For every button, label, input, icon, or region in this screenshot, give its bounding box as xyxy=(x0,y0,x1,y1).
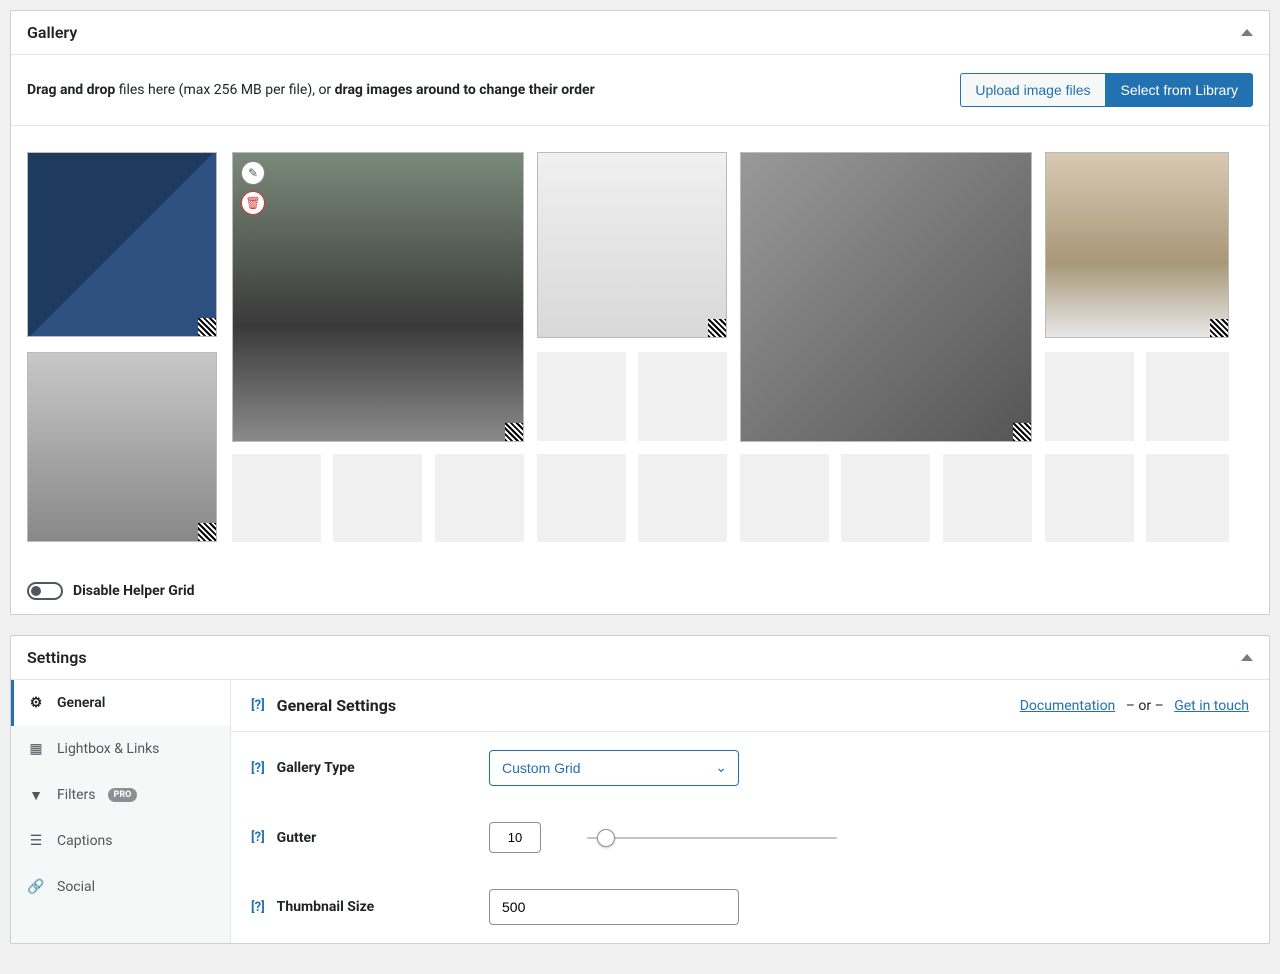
help-icon[interactable]: [?] xyxy=(251,698,265,713)
doc-links: Documentation – or – Get in touch xyxy=(1020,698,1249,714)
nav-filters[interactable]: ▼ Filters PRO xyxy=(11,772,230,818)
resize-handle-icon[interactable] xyxy=(708,319,726,337)
resize-handle-icon[interactable] xyxy=(198,523,216,541)
gallery-image-3[interactable]: ✎ 🗑 xyxy=(232,152,524,442)
grid-cell[interactable] xyxy=(537,352,626,441)
gallery-image-4[interactable] xyxy=(537,152,727,338)
grid-cell[interactable] xyxy=(1146,352,1229,441)
resize-handle-icon[interactable] xyxy=(505,423,523,441)
gallery-image-6[interactable] xyxy=(1045,152,1229,338)
gallery-image-1[interactable] xyxy=(27,152,217,337)
gallery-title: Gallery xyxy=(27,23,77,42)
settings-main: [?] General Settings Documentation – or … xyxy=(231,680,1269,943)
nav-captions-label: Captions xyxy=(57,833,113,849)
filter-icon: ▼ xyxy=(27,786,45,804)
gutter-label: Gutter xyxy=(277,830,317,846)
nav-filters-label: Filters xyxy=(57,787,96,803)
helper-grid-row: Disable Helper Grid xyxy=(11,568,1269,614)
gallery-image-5[interactable] xyxy=(740,152,1032,442)
resize-handle-icon[interactable] xyxy=(1210,319,1228,337)
settings-body: ⚙ General ▦ Lightbox & Links ▼ Filters P… xyxy=(11,680,1269,943)
settings-header: Settings xyxy=(11,636,1269,680)
drag-prefix: Drag and drop xyxy=(27,82,115,98)
grid-cell[interactable] xyxy=(333,454,422,542)
helper-grid-label: Disable Helper Grid xyxy=(73,583,195,599)
gear-icon: ⚙ xyxy=(27,694,45,712)
thumbnail-label: Thumbnail Size xyxy=(277,899,375,915)
help-icon[interactable]: [?] xyxy=(251,830,265,845)
gallery-image-2[interactable] xyxy=(27,352,217,542)
general-heading: [?] General Settings xyxy=(251,696,396,715)
help-icon[interactable]: [?] xyxy=(251,761,265,776)
settings-title: Settings xyxy=(27,648,87,667)
drag-mid: files here (max 256 MB per file), or xyxy=(115,82,334,98)
gutter-slider[interactable] xyxy=(587,829,837,847)
upload-buttons: Upload image files Select from Library xyxy=(960,73,1253,107)
grid-cell[interactable] xyxy=(1045,352,1134,441)
captions-icon: ☰ xyxy=(27,832,45,850)
gallery-grid: ✎ 🗑 xyxy=(27,152,1253,552)
settings-panel: Settings ⚙ General ▦ Lightbox & Links ▼ … xyxy=(10,635,1270,944)
grid-cell[interactable] xyxy=(1146,454,1229,542)
gallery-type-row: [?] Gallery Type Custom Grid ⌄ xyxy=(231,732,1269,804)
delete-image-icon[interactable]: 🗑 xyxy=(241,191,265,215)
gallery-type-label: Gallery Type xyxy=(277,760,355,776)
settings-sidebar: ⚙ General ▦ Lightbox & Links ▼ Filters P… xyxy=(11,680,231,943)
collapse-icon[interactable] xyxy=(1241,29,1253,36)
upload-row: Drag and drop files here (max 256 MB per… xyxy=(11,55,1269,126)
contact-link[interactable]: Get in touch xyxy=(1174,698,1249,714)
grid-cell[interactable] xyxy=(537,454,626,542)
help-icon[interactable]: [?] xyxy=(251,900,265,915)
grid-cell[interactable] xyxy=(943,454,1032,542)
drag-suffix: drag images around to change their order xyxy=(335,82,595,98)
upload-files-button[interactable]: Upload image files xyxy=(960,73,1105,107)
nav-lightbox[interactable]: ▦ Lightbox & Links xyxy=(11,726,230,772)
grid-cell[interactable] xyxy=(232,454,321,542)
upload-instructions: Drag and drop files here (max 256 MB per… xyxy=(27,82,595,98)
thumbnail-input[interactable] xyxy=(489,889,739,925)
documentation-link[interactable]: Documentation xyxy=(1020,698,1116,714)
pro-badge: PRO xyxy=(108,788,138,802)
general-heading-row: [?] General Settings Documentation – or … xyxy=(231,680,1269,732)
edit-image-icon[interactable]: ✎ xyxy=(241,161,265,185)
resize-handle-icon[interactable] xyxy=(198,318,216,336)
general-heading-label: General Settings xyxy=(277,696,396,715)
gallery-dropzone[interactable]: ✎ 🗑 xyxy=(11,126,1269,568)
gallery-type-select[interactable]: Custom Grid xyxy=(489,750,739,786)
helper-grid-toggle[interactable] xyxy=(27,582,63,600)
nav-social[interactable]: 🔗 Social xyxy=(11,864,230,910)
grid-cell[interactable] xyxy=(638,352,727,441)
resize-handle-icon[interactable] xyxy=(1013,423,1031,441)
grid-cell[interactable] xyxy=(638,454,727,542)
grid-cell[interactable] xyxy=(841,454,930,542)
slider-thumb[interactable] xyxy=(597,829,615,847)
gutter-input[interactable] xyxy=(489,822,541,853)
link-sep: – or – xyxy=(1126,698,1164,714)
nav-general-label: General xyxy=(57,695,105,711)
select-library-button[interactable]: Select from Library xyxy=(1106,73,1253,107)
gallery-type-select-wrap: Custom Grid ⌄ xyxy=(489,750,739,786)
grid-cell[interactable] xyxy=(740,454,829,542)
grid-cell[interactable] xyxy=(1045,454,1134,542)
gutter-row: [?] Gutter xyxy=(231,804,1269,871)
nav-captions[interactable]: ☰ Captions xyxy=(11,818,230,864)
nav-lightbox-label: Lightbox & Links xyxy=(57,741,159,757)
lightbox-icon: ▦ xyxy=(27,740,45,758)
nav-general[interactable]: ⚙ General xyxy=(11,680,230,726)
collapse-icon[interactable] xyxy=(1241,654,1253,661)
slider-track xyxy=(587,837,837,839)
grid-cell[interactable] xyxy=(435,454,524,542)
gallery-panel: Gallery Drag and drop files here (max 25… xyxy=(10,10,1270,615)
gallery-header: Gallery xyxy=(11,11,1269,55)
link-icon: 🔗 xyxy=(27,878,45,896)
nav-social-label: Social xyxy=(57,879,95,895)
thumbnail-row: [?] Thumbnail Size xyxy=(231,871,1269,943)
